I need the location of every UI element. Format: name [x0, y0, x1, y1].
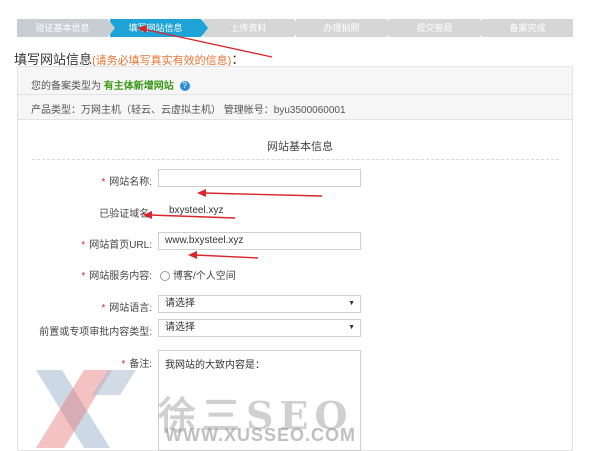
step-submit: 提交管局 — [389, 19, 487, 37]
homepage-url-label: * 网站首页URL: — [12, 236, 152, 251]
filing-info-box: 您的备案类型为 有主体新增网站 ? 产品类型：万网主机（轻云、云虚拟主机） 管理… — [17, 66, 573, 120]
homepage-url-label-text: 网站首页URL: — [89, 240, 152, 251]
chevron-down-icon: ▼ — [348, 300, 355, 307]
step-upload-docs: 上传资料 — [203, 19, 301, 37]
service-option-label: 博客/个人空间 — [173, 271, 236, 282]
site-language-select[interactable]: 请选择 ▼ — [158, 295, 361, 313]
service-option-blog[interactable]: 博客/个人空间 — [160, 267, 236, 282]
product-type-line: 产品类型：万网主机（轻云、云虚拟主机） 管理帐号：byu3500060001 — [31, 105, 346, 116]
required-mark: * — [121, 359, 126, 370]
radio-circle[interactable] — [160, 271, 170, 282]
step-label: 上传资料 — [230, 23, 267, 33]
approval-type-value: 请选择 — [165, 322, 195, 333]
page-title-suffix: ： — [231, 52, 245, 67]
approval-type-label: 前置或专项审批内容类型: — [39, 327, 152, 338]
homepage-url-input[interactable]: www.bxysteel.xyz — [158, 232, 361, 250]
required-mark: * — [101, 177, 106, 188]
site-name-label: * 网站名称: — [12, 173, 152, 188]
step-label: 验证基本信息 — [35, 23, 90, 33]
divider — [18, 94, 572, 95]
filing-type-value: 有主体新增网站 — [103, 81, 174, 92]
page-title-text: 填写网站信息 — [14, 52, 93, 67]
step-verify-info: 验证基本信息 — [17, 19, 115, 37]
required-mark: * — [101, 303, 106, 314]
progress-steps: 验证基本信息 填写网站信息 上传资料 办理拍照 提交管局 备案完成 — [17, 19, 573, 37]
filing-type-line: 您的备案类型为 有主体新增网站 ? — [31, 77, 190, 92]
step-label: 提交管局 — [416, 23, 453, 33]
approval-type-select[interactable]: 请选择 ▼ — [158, 319, 361, 337]
filing-type-prefix: 您的备案类型为 — [31, 81, 101, 92]
verified-domain-value: bxysteel.xyz — [169, 205, 224, 216]
site-language-label-text: 网站语言: — [109, 303, 152, 314]
chevron-down-icon: ▼ — [348, 324, 355, 331]
dashed-divider — [32, 159, 559, 160]
step-label: 备案完成 — [509, 23, 546, 33]
watermark-url: WWW.XUSSEO.COM — [165, 425, 356, 445]
site-language-label: * 网站语言: — [12, 299, 152, 314]
help-icon[interactable]: ? — [179, 81, 190, 92]
step-label: 办理拍照 — [323, 23, 360, 33]
step-fill-site-info: 填写网站信息 — [110, 19, 208, 37]
step-photo: 办理拍照 — [296, 19, 394, 37]
remark-label-text: 备注: — [129, 359, 152, 370]
step-label: 填写网站信息 — [128, 23, 183, 33]
step-complete: 备案完成 — [482, 19, 573, 37]
form-heading: 网站基本信息 — [267, 141, 333, 153]
site-name-label-text: 网站名称: — [109, 177, 152, 188]
remark-label: * 备注: — [12, 355, 152, 370]
site-name-input[interactable] — [158, 169, 361, 187]
required-mark: * — [81, 240, 86, 251]
service-content-label-text: 网站服务内容: — [89, 271, 152, 282]
verified-domain-label: 已验证域名: — [99, 209, 152, 220]
service-content-label: * 网站服务内容: — [12, 267, 152, 282]
required-mark: * — [81, 271, 86, 282]
site-language-value: 请选择 — [165, 298, 195, 309]
